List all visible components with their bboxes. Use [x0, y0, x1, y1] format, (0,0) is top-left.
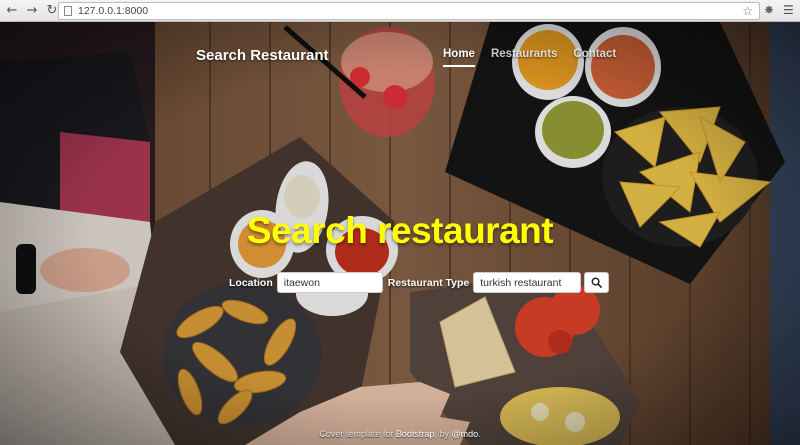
site-brand[interactable]: Search Restaurant — [196, 47, 329, 64]
footer-bootstrap-link[interactable]: Bootstrap — [396, 429, 435, 439]
bookmark-star-icon[interactable]: ☆ — [742, 4, 753, 18]
location-input[interactable] — [276, 272, 383, 293]
restaurant-type-label: Restaurant Type — [387, 276, 470, 289]
search-button[interactable] — [584, 272, 610, 293]
footer-mdo-link[interactable]: @mdo — [451, 429, 478, 439]
hero-section: Search Restaurant Home Restaurants Conta… — [0, 22, 800, 445]
page-footer: Cover template for Bootstrap, by @mdo. — [0, 429, 800, 439]
footer-suffix: . — [478, 429, 481, 439]
restaurant-type-input[interactable] — [473, 272, 582, 293]
footer-prefix: Cover template for — [319, 429, 396, 439]
main-nav: Home Restaurants Contact — [443, 48, 632, 67]
location-label: Location — [229, 276, 273, 289]
nav-restaurants[interactable]: Restaurants — [491, 48, 557, 67]
search-form: Location Restaurant Type — [229, 272, 610, 293]
browser-toolbar: ← → ↻ 127.0.0.1:8000 ☆ ✸ ☰ — [0, 0, 800, 22]
search-icon — [591, 277, 603, 288]
nav-contact[interactable]: Contact — [573, 48, 616, 67]
menu-icon[interactable]: ☰ — [783, 3, 795, 18]
page-icon — [64, 6, 72, 16]
footer-middle: , by — [434, 429, 452, 439]
page-headline: Search restaurant — [246, 210, 554, 251]
url-text[interactable]: 127.0.0.1:8000 — [78, 5, 148, 17]
nav-home[interactable]: Home — [443, 48, 475, 67]
address-bar[interactable]: 127.0.0.1:8000 ☆ — [58, 2, 760, 20]
extension-icon[interactable]: ✸ — [764, 3, 778, 18]
forward-arrow-icon[interactable]: → — [24, 3, 40, 19]
back-arrow-icon[interactable]: ← — [4, 3, 20, 19]
